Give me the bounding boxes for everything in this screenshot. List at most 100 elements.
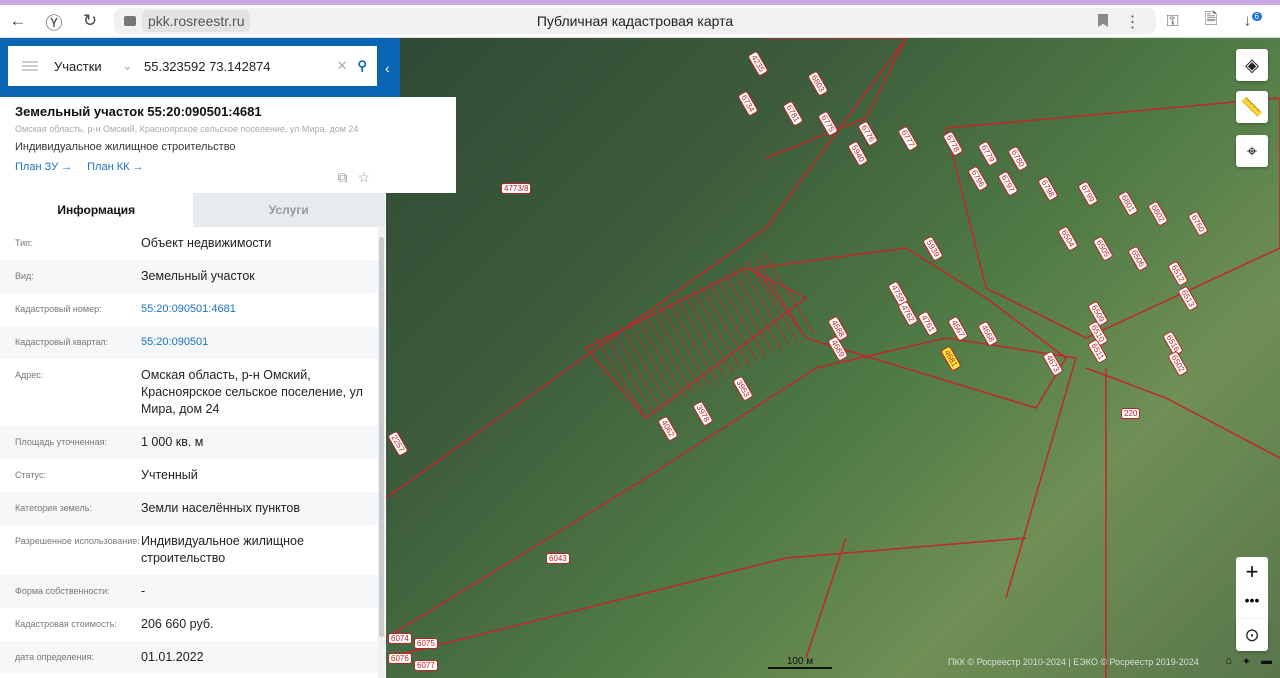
parcel-line (667, 301, 719, 383)
compass-button[interactable]: ⊙ (1236, 619, 1268, 651)
parcel-line (675, 297, 727, 379)
search-bar: Участки ⌄ 55.323592 73.142874 ✕ ⚲ (8, 46, 377, 86)
parcel-hatch (595, 253, 815, 419)
menu-icon[interactable] (22, 61, 38, 71)
info-value: 01.01.2022 (141, 650, 204, 664)
parcel-line (611, 329, 663, 411)
layers-button[interactable]: ◈ (1236, 49, 1268, 81)
zoom-to-parcel-icon[interactable]: ⧉ (337, 169, 347, 186)
parcel-label[interactable]: 6077 (414, 660, 438, 671)
info-key: Вид: (15, 271, 34, 281)
scrollbar[interactable] (378, 227, 385, 678)
reload-icon[interactable]: ↻ (72, 11, 108, 31)
parcel-line (747, 261, 799, 343)
more-icon[interactable]: ⋮ (1124, 12, 1140, 32)
info-value: Индивидуальное жилищное строительство (141, 534, 304, 565)
info-row: дата утверждения:- (0, 674, 378, 678)
info-key: Форма собственности: (15, 586, 110, 596)
info-value: Земли населённых пунктов (141, 501, 300, 515)
parcel-line (707, 281, 759, 363)
info-row: Кадастровый номер: 55:20:090501:4681 (0, 293, 378, 326)
info-key: Кадастровая стоимость: (15, 619, 117, 629)
locate-button[interactable]: ⌖ (1236, 135, 1268, 167)
info-value: Объект недвижимости (141, 236, 272, 250)
fullscreen-icon[interactable]: ▬ (1261, 655, 1272, 668)
bookmark-icon[interactable] (1098, 14, 1108, 27)
info-row: Площадь уточненная: 1 000 кв. м (0, 426, 378, 459)
star-icon[interactable]: ☆ (357, 169, 370, 186)
search-icon[interactable]: ⚲ (357, 58, 367, 74)
info-value[interactable]: 55:20:090501:4681 (141, 301, 363, 318)
parcel-label[interactable]: 6076 (388, 653, 412, 664)
collapse-panel-icon[interactable]: ‹ (385, 60, 390, 76)
info-row: Кадастровый квартал: 55:20:090501 (0, 326, 378, 359)
parcel-line (699, 285, 751, 367)
info-key: Категория земель: (15, 503, 92, 513)
parcel-line (763, 253, 815, 335)
info-value[interactable]: 55:20:090501 (141, 334, 363, 351)
downloads-icon[interactable]: ↓ 6 (1244, 12, 1262, 30)
info-row: Вид: Земельный участок (0, 260, 378, 293)
parcel-label[interactable]: 220 (1121, 408, 1141, 419)
address-bar[interactable]: pkk.rosreestr.ru Публичная кадастровая к… (114, 8, 1156, 34)
parcel-purpose: Индивидуальное жилищное строительство (15, 141, 236, 153)
clear-icon[interactable]: ✕ (337, 58, 348, 74)
info-row: Кадастровая стоимость: 206 660 руб. (0, 608, 378, 641)
zoom-in-button[interactable]: + (1236, 557, 1268, 586)
info-value: Омская область, р-н Омский, Красноярское… (141, 368, 363, 416)
info-value: 1 000 кв. м (141, 435, 204, 449)
info-value: 206 660 руб. (141, 617, 214, 631)
parcel-title: Земельный участок 55:20:090501:4681 (15, 104, 262, 119)
parcel-line (635, 317, 687, 399)
plan-zu-link[interactable]: План ЗУ → (15, 161, 72, 173)
info-value: Земельный участок (141, 269, 255, 283)
measure-button[interactable]: 📏 (1236, 91, 1268, 123)
home-icon[interactable]: ⌂ (1225, 655, 1232, 668)
url-text: pkk.rosreestr.ru (142, 10, 251, 32)
center-icon[interactable]: ✦ (1242, 655, 1251, 668)
info-key: Тип: (15, 238, 33, 248)
parcel-line (755, 257, 807, 339)
back-icon[interactable]: ← (0, 11, 36, 31)
parcel-line (643, 313, 695, 395)
parcel-line (595, 337, 647, 419)
info-key: Адрес: (15, 370, 44, 380)
info-row: Адрес: Омская область, р-н Омский, Красно… (0, 359, 378, 426)
map-copyright: ПКК © Росреестр 2010-2024 | ЕЭКО © Росре… (948, 657, 1199, 667)
tab-services[interactable]: Услуги (192, 193, 385, 227)
map-scale: 100 м (768, 656, 832, 669)
category-select[interactable]: Участки (54, 59, 122, 74)
parcel-label[interactable]: 6043 (546, 553, 570, 564)
downloads-badge: 6 (1251, 12, 1262, 22)
file-icon[interactable]: 🗎 (1205, 8, 1218, 35)
search-input[interactable]: 55.323592 73.142874 (144, 59, 337, 74)
info-row: Форма собственности: - (0, 575, 378, 608)
info-row: Тип: Объект недвижимости (0, 227, 378, 260)
parcel-label[interactable]: 4773/8 (501, 183, 532, 194)
lock-icon (124, 16, 136, 26)
extensions-icon[interactable]: ⚿ (1166, 13, 1178, 31)
chevron-down-icon[interactable]: ⌄ (122, 58, 144, 74)
parcel-card: Земельный участок 55:20:090501:4681 Омск… (0, 97, 456, 193)
parcel-line (651, 309, 703, 391)
parcel-label[interactable]: 6075 (414, 638, 438, 649)
page-title: Публичная кадастровая карта (536, 13, 734, 29)
parcel-label[interactable]: 6074 (388, 633, 412, 644)
parcel-line (603, 333, 655, 415)
info-key: Статус: (15, 470, 46, 480)
info-row: дата определения: 01.01.2022 (0, 641, 378, 674)
parcel-line (627, 321, 679, 403)
info-value: - (141, 584, 146, 598)
map-canvas[interactable]: 4235 6803 6734 6781 6775 6776 6777 6778 6779 6780… (386, 38, 1280, 678)
tab-info[interactable]: Информация (0, 193, 193, 227)
parcel-line (723, 273, 775, 355)
search-header: Участки ⌄ 55.323592 73.142874 ✕ ⚲ ‹ (0, 38, 400, 97)
browser-toolbar: ← Ⓨ ↻ pkk.rosreestr.ru Публичная кадастр… (0, 5, 1280, 38)
info-value: Учтенный (141, 468, 198, 482)
parcel-line (659, 305, 711, 387)
info-key: Кадастровый номер: (15, 304, 102, 314)
plan-kk-link[interactable]: План КК → (87, 161, 143, 173)
zoom-more-button[interactable]: ••• (1236, 586, 1268, 615)
info-table: Тип: Объект недвижимости Вид: Земельный уча… (0, 227, 378, 678)
yandex-icon[interactable]: Ⓨ (36, 9, 72, 34)
